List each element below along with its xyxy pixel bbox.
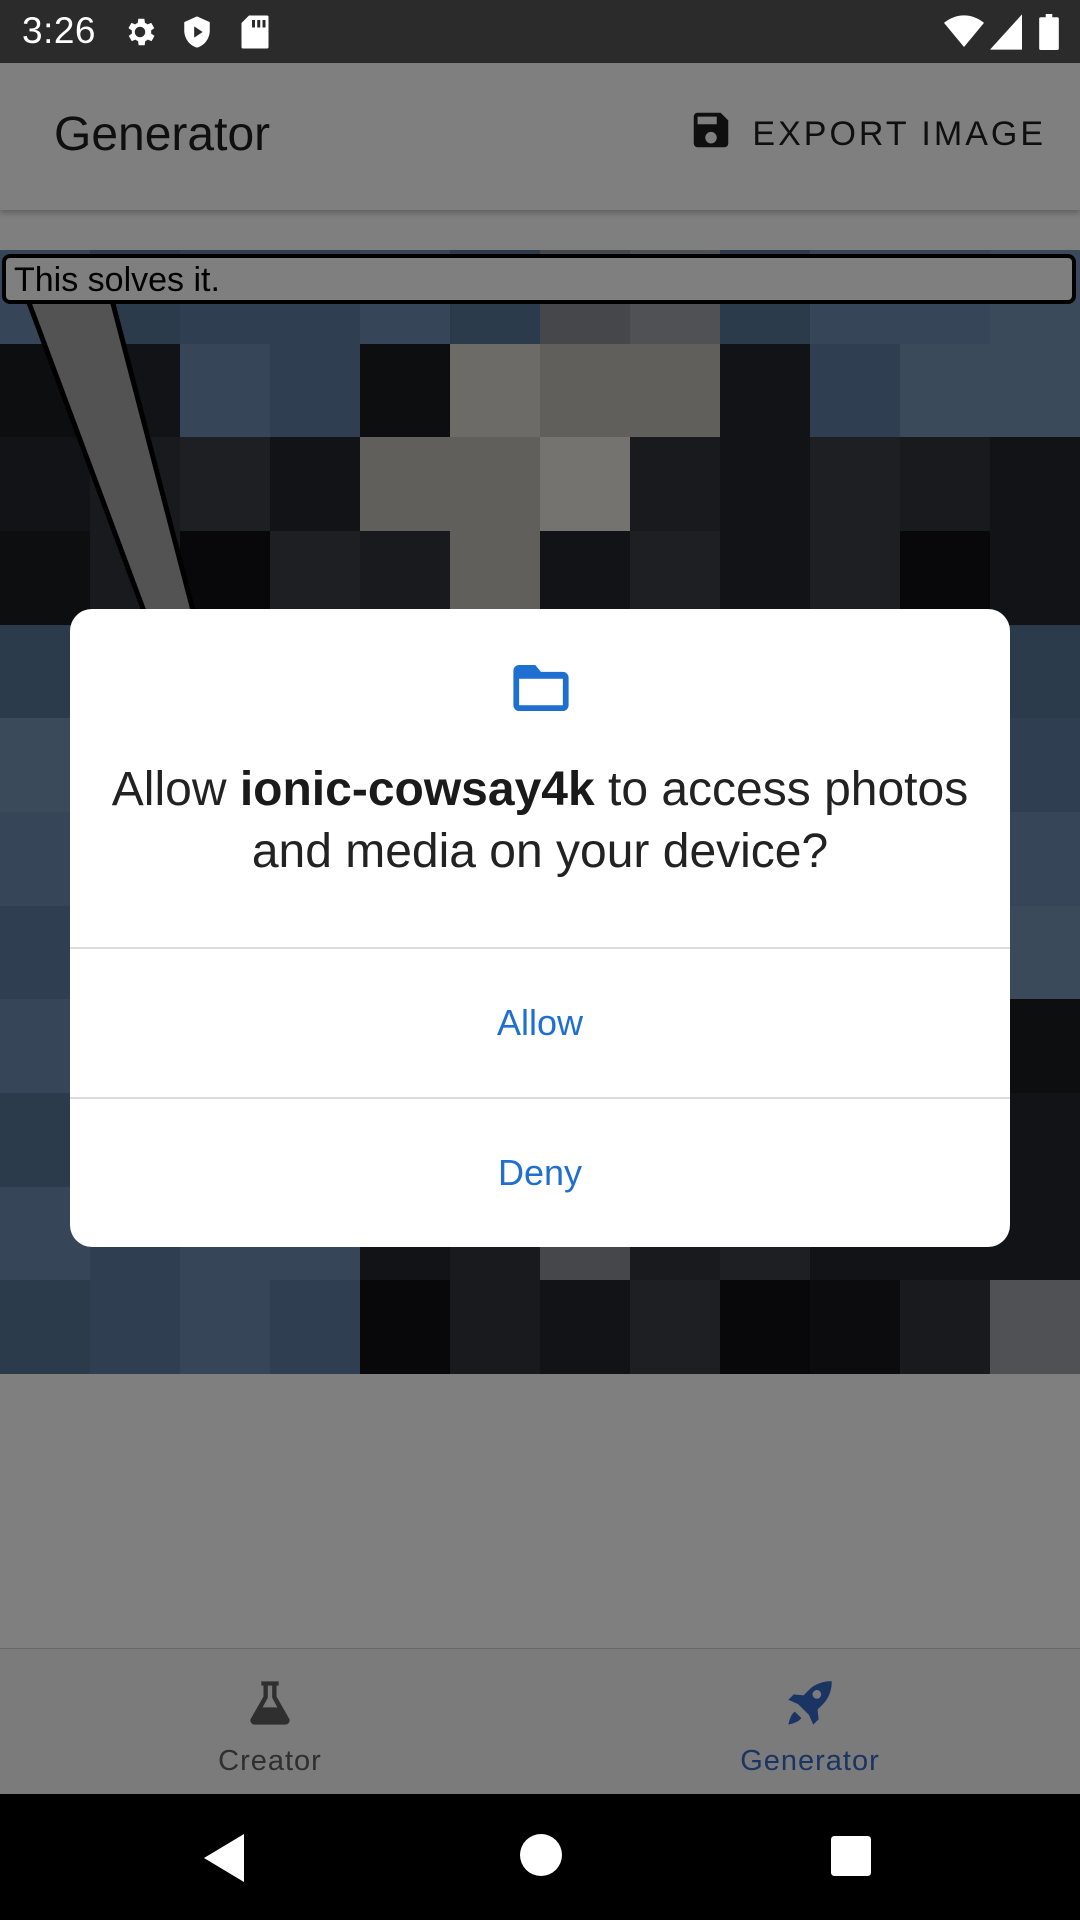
allow-button[interactable]: Allow bbox=[70, 949, 1010, 1097]
sd-card-icon bbox=[240, 14, 270, 55]
deny-button[interactable]: Deny bbox=[70, 1099, 1010, 1247]
battery-icon bbox=[1038, 14, 1060, 55]
home-icon[interactable] bbox=[520, 1834, 562, 1881]
signal-icon bbox=[990, 14, 1022, 55]
dialog-message: Allow ionic-cowsay4k to access photos an… bbox=[110, 759, 970, 883]
back-icon[interactable] bbox=[204, 1834, 248, 1887]
gear-icon bbox=[122, 14, 158, 55]
status-time: 3:26 bbox=[22, 10, 97, 51]
wifi-icon bbox=[944, 14, 984, 55]
shield-icon bbox=[180, 14, 214, 55]
screen: 3:26 Generator EXPORT IMAGE bbox=[0, 0, 1080, 1920]
status-bar: 3:26 bbox=[0, 0, 1080, 63]
app-name: ionic-cowsay4k bbox=[239, 763, 595, 816]
recents-icon[interactable] bbox=[831, 1836, 871, 1881]
permission-dialog: Allow ionic-cowsay4k to access photos an… bbox=[70, 609, 1010, 1247]
message-prefix: Allow bbox=[111, 763, 240, 816]
folder-icon bbox=[513, 665, 569, 716]
system-nav-bar bbox=[0, 1794, 1080, 1920]
